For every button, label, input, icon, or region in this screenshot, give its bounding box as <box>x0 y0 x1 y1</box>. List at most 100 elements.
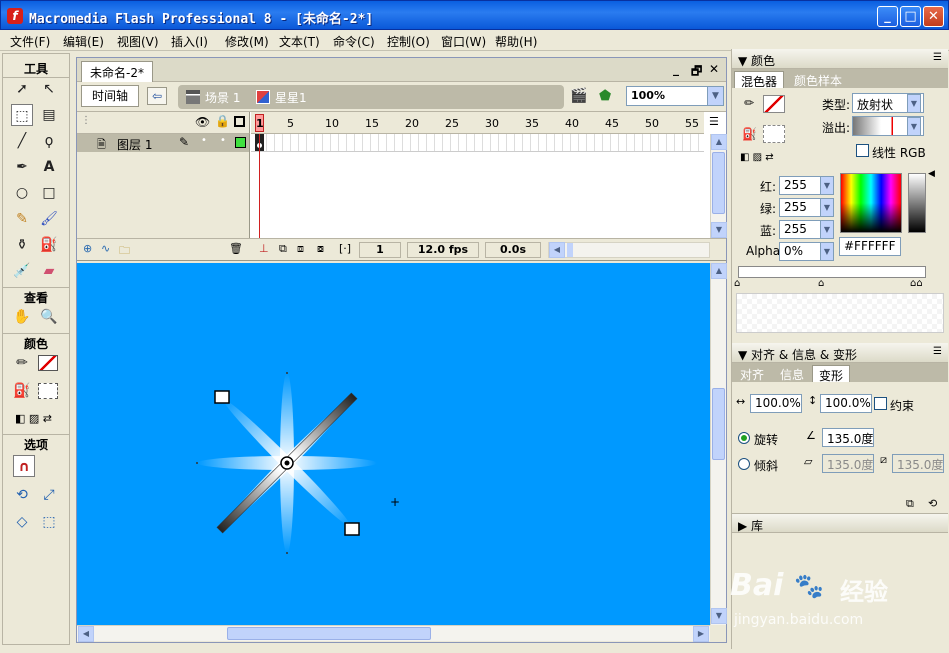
snap-magnet-icon[interactable]: ∩ <box>13 455 35 477</box>
free-transform-tool-icon[interactable]: ⬚ <box>11 104 33 126</box>
chevron-down-icon[interactable]: ▼ <box>707 87 723 105</box>
lock-icon[interactable]: 🔒 <box>215 114 230 128</box>
timeline-hscroll[interactable]: ◀ <box>548 242 710 258</box>
chevron-down-icon[interactable]: ▼ <box>820 220 834 239</box>
rectangle-tool-icon[interactable]: □ <box>38 182 60 204</box>
text-tool-icon[interactable]: A <box>38 156 60 178</box>
gradient-bar[interactable] <box>738 266 926 278</box>
tab-align[interactable]: 对齐 <box>734 365 770 382</box>
menu-help[interactable]: 帮助(H) <box>495 33 537 50</box>
layer-frames[interactable] <box>251 134 704 152</box>
layer-outline-color-icon[interactable] <box>235 137 246 148</box>
chevron-right-icon[interactable]: ▶ <box>738 519 751 533</box>
menu-edit[interactable]: 编辑(E) <box>63 33 104 50</box>
subselection-tool-icon[interactable]: ↖ <box>38 78 60 100</box>
chevron-down-icon[interactable]: ▼ <box>820 176 834 195</box>
menu-commands[interactable]: 命令(C) <box>333 33 375 50</box>
add-layer-icon[interactable]: ⊕ <box>83 242 92 255</box>
scroll-thumb[interactable] <box>712 388 725 460</box>
tab-swatches[interactable]: 颜色样本 <box>788 71 848 88</box>
zoom-select[interactable]: 100% ▼ <box>626 86 724 106</box>
scroll-thumb[interactable] <box>712 152 725 214</box>
chevron-down-icon[interactable]: ▼ <box>820 242 834 261</box>
outline-icon[interactable] <box>234 116 245 127</box>
chevron-down-icon[interactable]: ▼ <box>820 198 834 217</box>
doc-minimize-button[interactable]: _ <box>673 62 679 76</box>
frame-rate[interactable]: 12.0 fps <box>407 242 479 258</box>
scroll-thumb[interactable] <box>567 243 573 257</box>
copy-transform-icon[interactable]: ⧉ <box>906 497 914 511</box>
library-panel-title[interactable]: ▶ 库 <box>732 513 948 533</box>
tab-transform[interactable]: 变形 <box>812 365 851 383</box>
menu-window[interactable]: 窗口(W) <box>441 33 486 50</box>
color-spectrum[interactable] <box>840 173 902 233</box>
eyedropper-tool-icon[interactable]: 💉 <box>11 260 33 282</box>
scroll-thumb[interactable] <box>227 627 431 640</box>
ink-bottle-tool-icon[interactable]: ⚱ <box>11 234 33 256</box>
add-guide-layer-icon[interactable]: ∿ <box>101 242 110 255</box>
timeline-vscroll[interactable]: ▲ ▼ <box>710 134 727 238</box>
breadcrumb-symbol[interactable]: 星星1 <box>256 89 307 106</box>
skew-horizontal-input[interactable]: 135.0度 <box>822 454 874 473</box>
envelope-icon[interactable]: ⬚ <box>38 511 60 533</box>
paint-bucket-tool-icon[interactable]: ⛽ <box>38 234 60 256</box>
panel-menu-icon[interactable]: ☰ <box>933 52 942 63</box>
line-tool-icon[interactable]: ╱ <box>11 130 33 152</box>
hand-tool-icon[interactable]: ✋ <box>11 306 33 328</box>
stage-hscroll[interactable]: ◀ ▶ <box>77 625 710 642</box>
gradient-rotate-handle[interactable] <box>214 390 230 404</box>
stroke-pencil-icon[interactable]: ✏ <box>744 96 754 110</box>
timeline-menu-icon[interactable]: ☰ <box>709 115 719 128</box>
onion-outline-icon[interactable]: ⧈ <box>297 242 304 256</box>
brightness-slider[interactable] <box>908 173 926 233</box>
skew-radio[interactable] <box>738 458 750 470</box>
drag-handle-icon[interactable]: ⋮ <box>81 115 91 126</box>
center-frame-icon[interactable]: ⊥ <box>259 242 269 255</box>
width-scale-input[interactable]: 100.0% <box>750 394 802 413</box>
rotate-radio[interactable] <box>738 432 750 444</box>
tab-info[interactable]: 信息 <box>774 365 810 382</box>
alpha-input[interactable]: 0% <box>779 242 823 261</box>
pen-tool-icon[interactable]: ✒ <box>11 156 33 178</box>
onion-skin-icon[interactable]: ⧉ <box>279 242 287 256</box>
gradient-pointer[interactable]: ⌂⌂ <box>910 278 923 289</box>
stroke-color-icon[interactable]: ✏ <box>11 352 33 374</box>
frame-ruler[interactable]: 1 5 10 15 20 25 30 35 40 45 50 55 <box>251 112 704 134</box>
stage-vscroll[interactable]: ▲ ▼ <box>710 263 727 625</box>
back-arrow-icon[interactable]: ⇦ <box>147 87 167 105</box>
menu-control[interactable]: 控制(O) <box>387 33 430 50</box>
blue-input[interactable]: 255 <box>779 220 823 239</box>
linear-rgb-checkbox[interactable] <box>856 144 869 157</box>
gradient-pointer[interactable]: ⌂ <box>818 278 824 289</box>
stroke-swatch[interactable] <box>763 95 785 113</box>
hex-input[interactable]: #FFFFFF <box>839 237 901 256</box>
onion-markers-icon[interactable]: [·] <box>339 242 351 255</box>
chevron-left-icon[interactable]: ◀ <box>78 626 94 642</box>
layer-name[interactable]: 图层 1 <box>117 136 152 153</box>
chevron-up-icon[interactable]: ▲ <box>711 134 727 150</box>
timeline-toggle-button[interactable]: 时间轴 <box>81 85 139 107</box>
color-options-icons[interactable]: ◧ ▨ ⇄ <box>15 412 52 425</box>
menu-text[interactable]: 文本(T) <box>279 33 320 50</box>
swap-colors-icons[interactable]: ◧ ▨ ⇄ <box>740 152 774 163</box>
green-input[interactable]: 255 <box>779 198 823 217</box>
stage[interactable]: + <box>77 263 710 625</box>
eye-icon[interactable]: 👁 <box>195 115 210 129</box>
fill-color-swatch[interactable] <box>38 383 58 399</box>
chevron-down-icon[interactable]: ▼ <box>907 94 921 113</box>
edit-symbol-icon[interactable]: ⬟ <box>599 88 611 104</box>
reset-transform-icon[interactable]: ⟲ <box>928 497 937 510</box>
maximize-button[interactable]: □ <box>900 6 921 27</box>
fill-bucket-icon[interactable]: ⛽ <box>742 127 757 141</box>
minimize-button[interactable]: _ <box>877 6 898 27</box>
rotate-skew-icon[interactable]: ⟲ <box>11 484 33 506</box>
zoom-tool-icon[interactable]: 🔍 <box>38 306 60 328</box>
lock-dot-icon[interactable]: • <box>220 135 226 146</box>
add-folder-icon[interactable]: 🗀 <box>119 242 130 261</box>
red-input[interactable]: 255 <box>779 176 823 195</box>
brush-tool-icon[interactable]: 🖌 <box>38 208 60 230</box>
pencil-tool-icon[interactable]: ✎ <box>11 208 33 230</box>
selection-tool-icon[interactable]: ➚ <box>11 78 33 100</box>
tab-mixer[interactable]: 混色器 <box>734 71 785 89</box>
star-graphic[interactable]: + <box>77 263 710 625</box>
